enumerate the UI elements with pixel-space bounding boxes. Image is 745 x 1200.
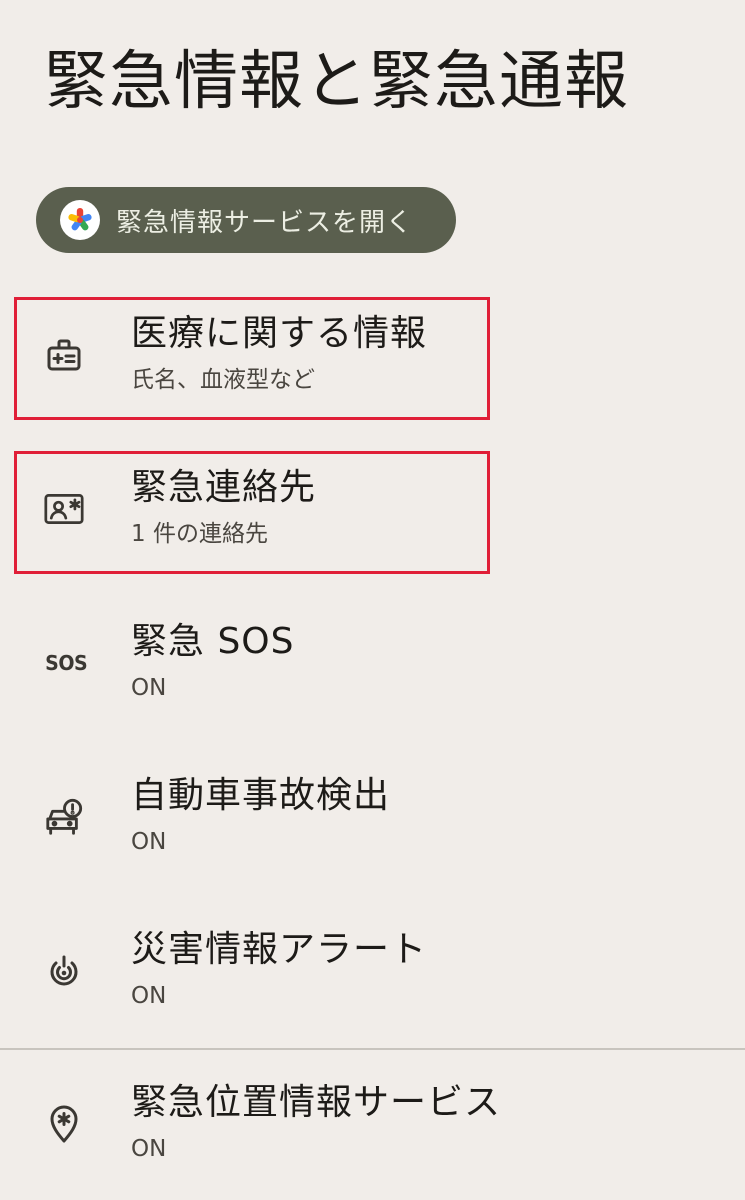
sos-icon-text: SOS: [44, 651, 88, 675]
emergency-location-title: 緊急位置情報サービス: [131, 1082, 502, 1123]
medical-info-item[interactable]: 医療に関する情報 氏名、血液型など: [0, 298, 745, 424]
section-divider: [0, 1048, 745, 1050]
medical-info-title: 医療に関する情報: [131, 313, 428, 354]
car-crash-detection-subtitle: ON: [131, 829, 167, 855]
open-emergency-info-button[interactable]: 緊急情報サービスを開く: [36, 187, 456, 253]
crisis-alert-icon: [44, 951, 84, 991]
emergency-location-subtitle: ON: [131, 1136, 167, 1162]
emergency-sos-subtitle: ON: [131, 675, 167, 701]
crisis-alerts-subtitle: ON: [131, 983, 167, 1009]
emergency-location-icon: [44, 1104, 84, 1144]
medical-info-icon: [44, 335, 84, 375]
emergency-contact-icon: [44, 489, 84, 529]
car-crash-detection-title: 自動車事故検出: [131, 775, 391, 816]
emergency-contacts-subtitle: 1 件の連絡先: [131, 521, 268, 547]
crisis-alerts-title: 災害情報アラート: [131, 929, 428, 970]
emergency-info-logo-icon: [60, 200, 100, 240]
emergency-sos-title: 緊急 SOS: [131, 621, 295, 662]
medical-info-subtitle: 氏名、血液型など: [131, 367, 315, 393]
crisis-alerts-item[interactable]: 災害情報アラート ON: [0, 914, 745, 1040]
car-crash-icon: [44, 797, 84, 837]
emergency-contacts-title: 緊急連絡先: [131, 467, 317, 508]
sos-icon: SOS: [42, 643, 90, 683]
emergency-sos-item[interactable]: SOS 緊急 SOS ON: [0, 606, 745, 732]
emergency-contacts-item[interactable]: 緊急連絡先 1 件の連絡先: [0, 452, 745, 578]
emergency-location-item[interactable]: 緊急位置情報サービス ON: [0, 1067, 745, 1193]
open-emergency-info-label: 緊急情報サービスを開く: [116, 207, 414, 238]
page-title: 緊急情報と緊急通報: [44, 45, 629, 119]
car-crash-detection-item[interactable]: 自動車事故検出 ON: [0, 760, 745, 886]
